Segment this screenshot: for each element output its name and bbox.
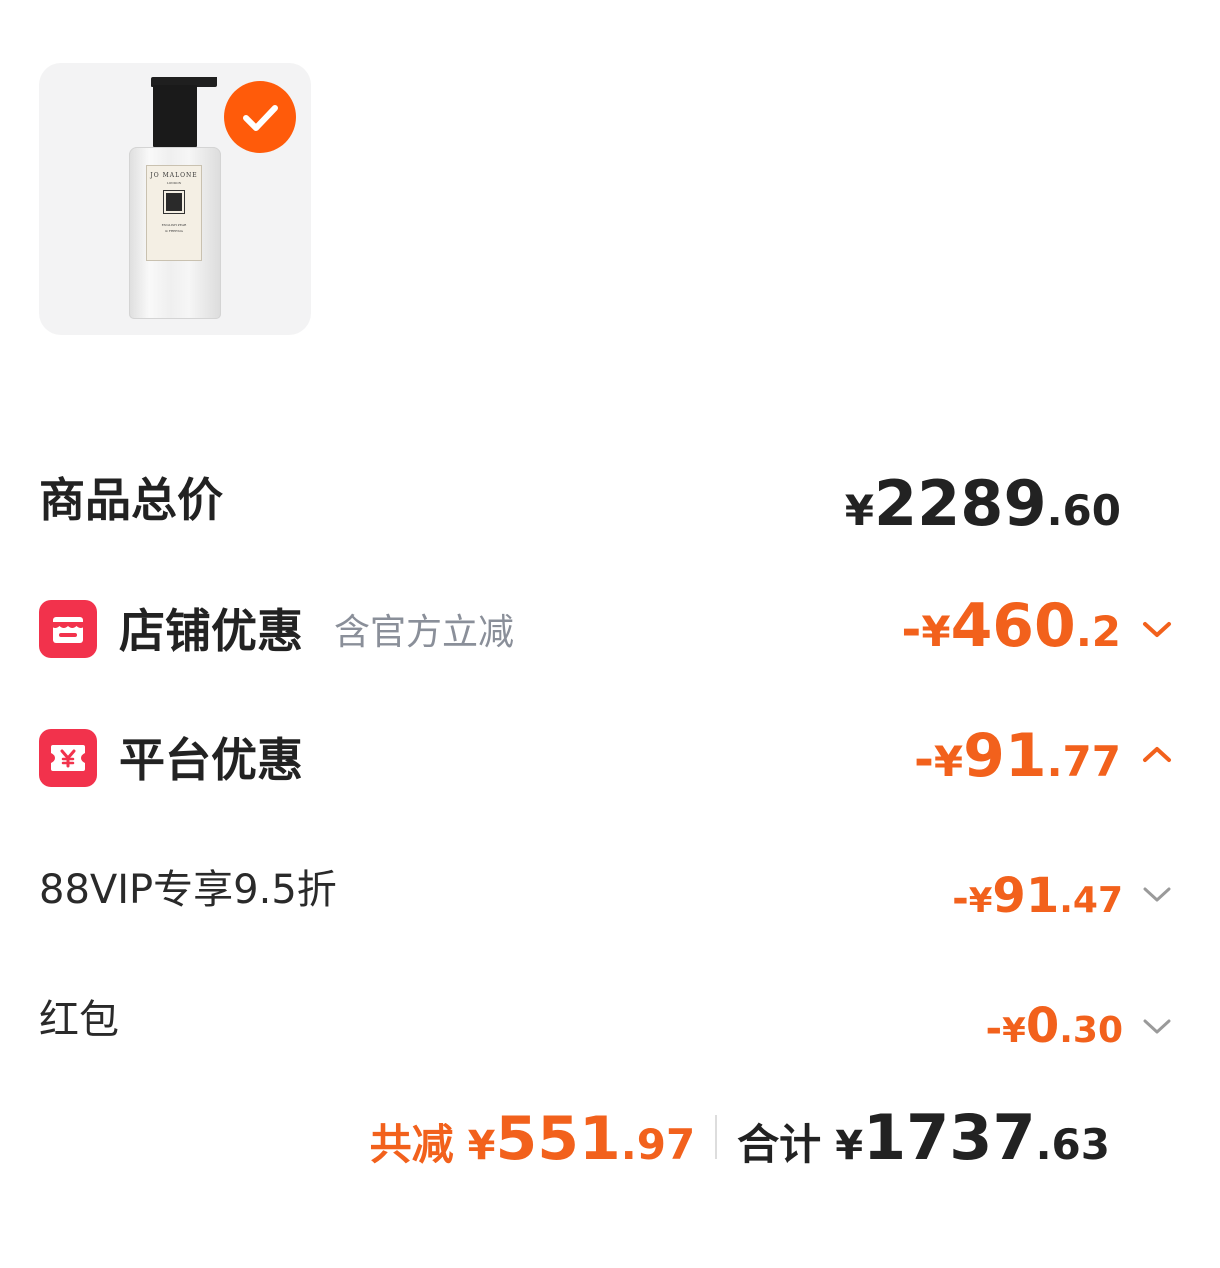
shop-integer: 460 [950, 591, 1076, 661]
vip-discount-label: 88VIP专享9.5折 [39, 867, 337, 913]
red-packet-label: 红包 [39, 997, 119, 1043]
red-sign: - [985, 1006, 1003, 1052]
red-decimal: .30 [1059, 1010, 1123, 1051]
platform-sign: - [913, 732, 934, 788]
platform-integer: 91 [963, 721, 1047, 791]
order-summary: 共减 ¥551.97 合计 ¥1737.63 [370, 1100, 1110, 1176]
total-integer: 2289 [874, 467, 1047, 540]
chevron-down-icon[interactable] [1140, 617, 1174, 641]
shop-icon [39, 600, 97, 658]
sum-integer: 1737 [863, 1101, 1036, 1174]
vip-sign: - [952, 876, 969, 922]
saved-yen: ¥ [467, 1123, 496, 1169]
red-packet-amount[interactable]: -¥0.30 [986, 996, 1123, 1067]
sum-decimal: .63 [1035, 1120, 1110, 1169]
saved-label: 共减 [369, 1120, 454, 1169]
vip-yen: ¥ [968, 881, 993, 921]
chevron-down-icon[interactable] [1140, 882, 1174, 906]
summary-divider [715, 1115, 718, 1159]
total-yen: ¥ [844, 486, 875, 535]
total-decimal: .60 [1046, 486, 1121, 535]
shop-yen: ¥ [921, 607, 951, 656]
price-breakdown: 商品总价 ¥2289.60 店铺优惠 含官方立减 -¥460.2 平台优惠 -¥… [39, 0, 1220, 1268]
vip-discount-amount[interactable]: -¥91.47 [952, 866, 1123, 937]
shop-sign: - [901, 602, 922, 658]
chevron-up-icon[interactable] [1140, 742, 1174, 766]
platform-discount-label: 平台优惠 [119, 733, 303, 787]
sum-yen: ¥ [835, 1123, 864, 1169]
chevron-down-icon[interactable] [1140, 1014, 1174, 1038]
shop-decimal: .2 [1075, 607, 1121, 656]
platform-yen: ¥ [933, 737, 964, 786]
platform-discount-amount[interactable]: -¥91.77 [914, 720, 1121, 807]
platform-decimal: .77 [1046, 737, 1121, 786]
red-integer: 0 [1025, 998, 1060, 1054]
shop-discount-note: 含官方立减 [334, 612, 515, 653]
saved-integer: 551 [495, 1104, 621, 1174]
total-price-label: 商品总价 [39, 473, 223, 527]
sum-label: 合计 [737, 1120, 822, 1169]
red-yen: ¥ [1002, 1011, 1026, 1051]
shop-discount-amount[interactable]: -¥460.2 [901, 590, 1121, 677]
vip-integer: 91 [992, 868, 1060, 924]
total-price-amount: ¥2289.60 [845, 466, 1121, 558]
vip-decimal: .47 [1059, 880, 1123, 921]
yen-coupon-icon [39, 729, 97, 787]
saved-decimal: .97 [620, 1120, 696, 1169]
shop-discount-label: 店铺优惠 [119, 604, 303, 658]
